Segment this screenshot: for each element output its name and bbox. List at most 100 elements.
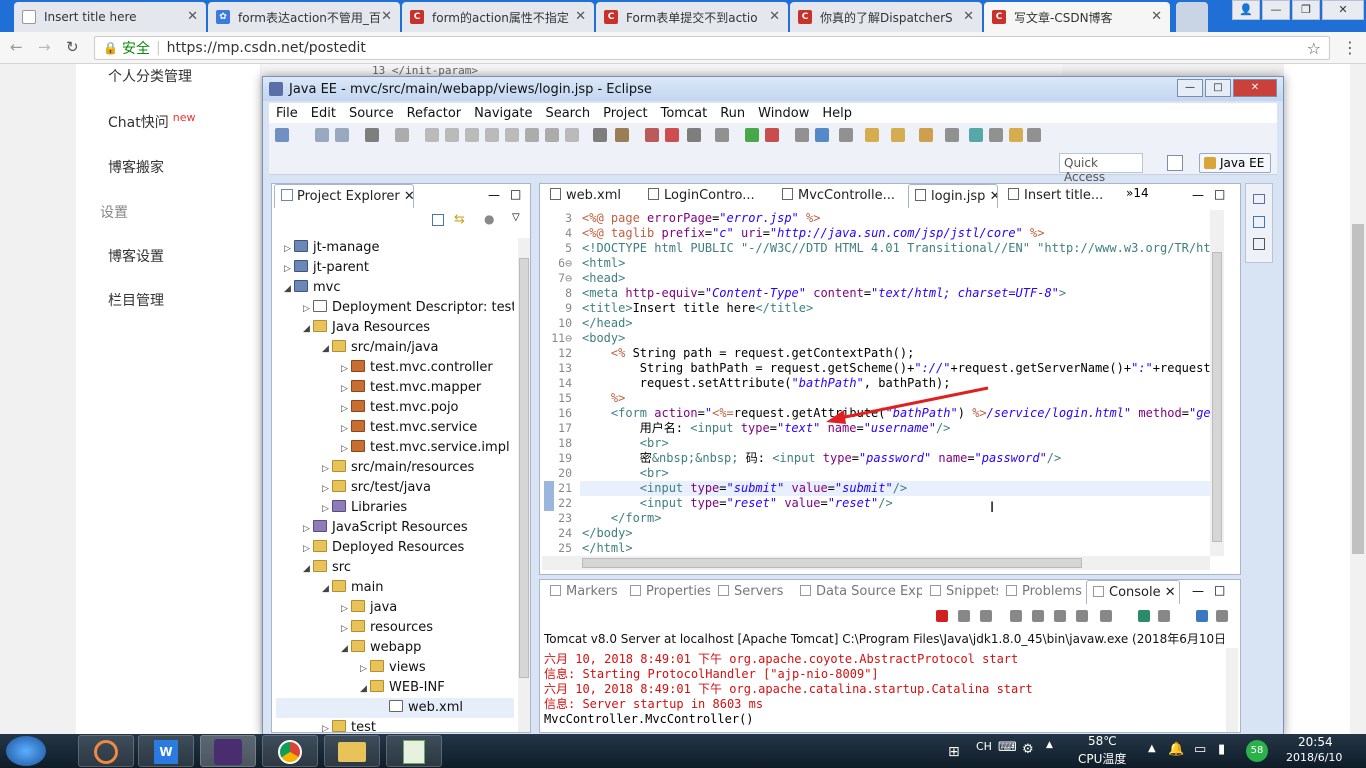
tree-item[interactable]: ◢ main bbox=[276, 578, 514, 598]
console-tool-icon[interactable] bbox=[1100, 610, 1112, 622]
app-360-icon[interactable] bbox=[78, 735, 134, 767]
notepad-icon[interactable] bbox=[386, 735, 442, 767]
tree-item[interactable]: ▷ resources bbox=[276, 618, 514, 638]
tree-item[interactable]: ◢ src bbox=[276, 558, 514, 578]
ime-keyboard-icon[interactable]: ⌨ bbox=[998, 740, 1017, 755]
console-tool-icon[interactable] bbox=[980, 610, 992, 622]
expand-toggle-icon[interactable]: ▷ bbox=[341, 399, 351, 419]
console-tool-icon[interactable] bbox=[1010, 610, 1022, 622]
sidebar-item-move[interactable]: 博客搬家 bbox=[108, 157, 164, 177]
expand-toggle-icon[interactable]: ▷ bbox=[322, 459, 332, 479]
console-tool-icon[interactable] bbox=[958, 610, 970, 622]
tree-item[interactable]: ▷ src/main/resources bbox=[276, 458, 514, 478]
close-window-button[interactable]: ✕ bbox=[1322, 0, 1364, 20]
tree-item[interactable]: ▷ views bbox=[276, 658, 514, 678]
console-tool-icon[interactable] bbox=[1054, 610, 1066, 622]
sidebar-item-blog-settings[interactable]: 博客设置 bbox=[108, 246, 164, 266]
back-icon[interactable]: ← bbox=[10, 38, 23, 56]
menu-search[interactable]: Search bbox=[538, 106, 596, 121]
ime-arrow-icon[interactable]: ▲ bbox=[1046, 740, 1053, 750]
tree-item[interactable]: ◢ WEB-INF bbox=[276, 678, 514, 698]
expand-toggle-icon[interactable]: ◢ bbox=[284, 279, 294, 299]
page-scrollbar[interactable] bbox=[1350, 64, 1366, 734]
menu-file[interactable]: File bbox=[269, 106, 304, 121]
expand-toggle-icon[interactable]: ▷ bbox=[341, 599, 351, 619]
tree-item[interactable]: ▷ java bbox=[276, 598, 514, 618]
maximize-icon[interactable]: □ bbox=[1214, 187, 1225, 201]
toolbar-tool-icon[interactable] bbox=[505, 128, 519, 142]
close-icon[interactable]: ✕ bbox=[1161, 585, 1176, 600]
toolbar-tool-icon[interactable] bbox=[615, 128, 629, 142]
sidebar-item-columns[interactable]: 栏目管理 bbox=[108, 290, 164, 310]
close-icon[interactable]: ✕ bbox=[575, 9, 586, 24]
view-tab[interactable]: Data Source Expl... bbox=[794, 580, 922, 604]
view-tab[interactable]: Snippets bbox=[924, 580, 998, 604]
close-icon[interactable]: ✕ bbox=[985, 189, 997, 204]
network-icon[interactable]: ▮ bbox=[1218, 742, 1225, 757]
expand-toggle-icon[interactable]: ◢ bbox=[303, 319, 313, 339]
menu-edit[interactable]: Edit bbox=[304, 106, 342, 121]
tree-item[interactable]: ▷ src/test/java bbox=[276, 478, 514, 498]
minimize-button[interactable]: — bbox=[1262, 0, 1290, 20]
minimize-button[interactable]: — bbox=[1177, 79, 1203, 97]
forward-icon[interactable]: → bbox=[38, 38, 51, 56]
user-icon[interactable]: 👤 bbox=[1232, 0, 1260, 20]
console-tool-icon[interactable] bbox=[1158, 610, 1170, 622]
expand-toggle-icon[interactable]: ▷ bbox=[341, 619, 351, 639]
console-tool-icon[interactable] bbox=[936, 610, 948, 622]
expand-toggle-icon[interactable]: ◢ bbox=[322, 339, 332, 359]
menu-tomcat[interactable]: Tomcat bbox=[654, 106, 714, 121]
tree-item[interactable]: ▷ Deployment Descriptor: test.mv bbox=[276, 298, 514, 318]
tree-item[interactable]: ◢ Java Resources bbox=[276, 318, 514, 338]
tab-overflow[interactable]: »14 bbox=[1126, 186, 1149, 200]
editor-hscrollbar[interactable] bbox=[542, 556, 1210, 570]
toolbar-tool-icon[interactable] bbox=[425, 128, 439, 142]
filter-icon[interactable]: ● bbox=[484, 212, 494, 226]
tree-item[interactable]: ◢ src/main/java bbox=[276, 338, 514, 358]
browser-tab[interactable]: C 你真的了解DispatcherS ✕ bbox=[790, 2, 982, 32]
browser-tab-active[interactable]: C 写文章-CSDN博客 ✕ bbox=[984, 2, 1170, 32]
expand-toggle-icon[interactable]: ◢ bbox=[322, 579, 332, 599]
toolbar-tool-icon[interactable] bbox=[545, 128, 559, 142]
menu-project[interactable]: Project bbox=[596, 106, 653, 121]
toolbar-tool-icon[interactable] bbox=[989, 128, 1003, 142]
url-input[interactable]: 🔒 安全 | https://mp.csdn.net/postedit ☆ bbox=[94, 36, 1330, 60]
tree-item[interactable]: ▷ Deployed Resources bbox=[276, 538, 514, 558]
expand-toggle-icon[interactable]: ◢ bbox=[360, 679, 370, 699]
eclipse-ide-icon[interactable] bbox=[200, 735, 256, 767]
expand-toggle-icon[interactable]: ▷ bbox=[341, 439, 351, 459]
sidebar-item-category[interactable]: 个人分类管理 bbox=[108, 66, 192, 86]
new-tab-button[interactable] bbox=[1176, 2, 1208, 32]
toolbar-tool-icon[interactable] bbox=[525, 128, 539, 142]
view-menu-icon[interactable]: ▽ bbox=[512, 212, 520, 223]
toolbar-tool-icon[interactable] bbox=[969, 128, 983, 142]
close-icon[interactable]: ✕ bbox=[404, 189, 415, 204]
keyboard-icon[interactable]: ⊞ bbox=[948, 744, 960, 760]
view-tab[interactable]: Markers bbox=[544, 580, 622, 604]
editor-tab[interactable]: LoginContro... bbox=[642, 184, 772, 208]
toolbar-tool-icon[interactable] bbox=[865, 128, 879, 142]
menu-help[interactable]: Help bbox=[815, 106, 858, 121]
editor-vscrollbar[interactable] bbox=[1210, 210, 1224, 556]
toolbar-tool-icon[interactable] bbox=[485, 128, 499, 142]
start-button[interactable] bbox=[6, 736, 46, 766]
view-tab[interactable]: Problems bbox=[1000, 580, 1082, 604]
editor-tab[interactable]: web.xml bbox=[544, 184, 638, 208]
toolbar-tool-icon[interactable] bbox=[593, 128, 607, 142]
link-editor-icon[interactable]: ⇆ bbox=[454, 212, 465, 227]
expand-toggle-icon[interactable]: ▷ bbox=[360, 659, 370, 679]
toolbar-tool-icon[interactable] bbox=[715, 128, 729, 142]
toolbar-tool-icon[interactable] bbox=[745, 128, 759, 142]
browser-tab[interactable]: C Form表单提交不到actio ✕ bbox=[596, 2, 788, 32]
expand-toggle-icon[interactable]: ▷ bbox=[322, 499, 332, 519]
tree-item[interactable]: ▷ jt-parent bbox=[276, 258, 514, 278]
tree-item[interactable]: ▷ test.mvc.mapper bbox=[276, 378, 514, 398]
expand-toggle-icon[interactable]: ◢ bbox=[303, 559, 313, 579]
expand-toggle-icon[interactable]: ▷ bbox=[303, 299, 313, 319]
expand-toggle-icon[interactable]: ▷ bbox=[341, 419, 351, 439]
menu-navigate[interactable]: Navigate bbox=[467, 106, 538, 121]
toolbar-tool-icon[interactable] bbox=[565, 128, 579, 142]
close-icon[interactable]: ✕ bbox=[1151, 9, 1162, 24]
toolbar-tool-icon[interactable] bbox=[765, 128, 779, 142]
browser-tab[interactable]: ✿ form表达action不管用_百 ✕ bbox=[208, 2, 400, 32]
